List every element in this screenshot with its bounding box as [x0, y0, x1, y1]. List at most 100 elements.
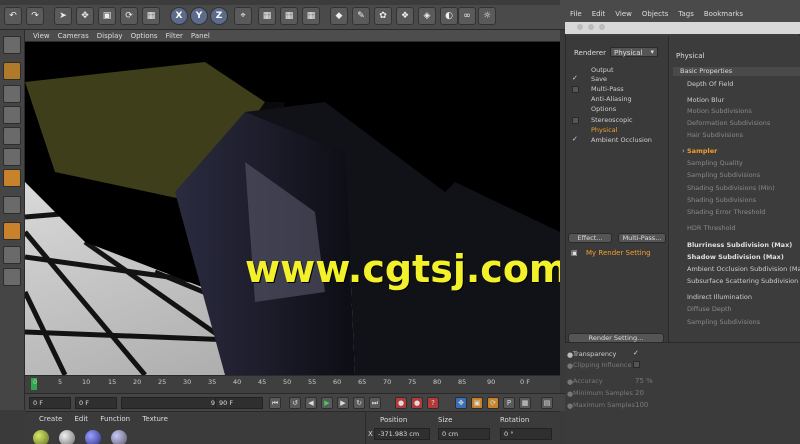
play-icon[interactable]: ▶	[321, 397, 333, 409]
snap-icon[interactable]	[3, 246, 21, 264]
workplane-lock-icon[interactable]	[3, 268, 21, 286]
viewport-menu-panel[interactable]: Panel	[191, 32, 210, 40]
texture-mode-icon[interactable]	[3, 85, 21, 103]
make-editable-icon[interactable]	[3, 36, 21, 54]
render-view-icon[interactable]: ▦	[258, 7, 276, 25]
prop-sss-subdivision[interactable]: Subsurface Scattering Subdivision (M	[687, 277, 800, 285]
material-menu-texture[interactable]: Texture	[142, 415, 168, 423]
x-size-field[interactable]: 0 cm	[438, 428, 490, 440]
renderer-dropdown[interactable]: Physical ▾	[610, 47, 658, 57]
rs-item-multipass[interactable]: Multi-Pass	[591, 85, 624, 93]
start-frame-field[interactable]: 0 F	[29, 397, 71, 409]
generator-icon[interactable]: ✿	[374, 7, 392, 25]
viewport-menu-cameras[interactable]: Cameras	[58, 32, 89, 40]
material-menu-edit[interactable]: Edit	[75, 415, 89, 423]
end-frame-field[interactable]: 90 F	[215, 397, 263, 409]
edit-render-settings-icon[interactable]: ▦	[302, 7, 320, 25]
prop-motion-blur[interactable]: Motion Blur	[687, 96, 724, 104]
rotation-key-icon[interactable]: ⟳	[487, 397, 499, 409]
polygons-mode-icon[interactable]	[3, 169, 21, 187]
redo-icon[interactable]: ↷	[26, 7, 44, 25]
close-icon[interactable]	[577, 24, 583, 30]
viewport-menu-view[interactable]: View	[33, 32, 50, 40]
y-axis-icon[interactable]: Y	[190, 7, 208, 25]
camera-icon[interactable]: ∞	[458, 7, 476, 25]
model-mode-icon[interactable]	[3, 62, 21, 80]
section-basic-properties[interactable]: Basic Properties	[673, 67, 800, 76]
z-axis-icon[interactable]: Z	[210, 7, 228, 25]
clipping-influence-checkbox[interactable]	[633, 361, 640, 368]
move-tool-icon[interactable]: ✥	[76, 7, 94, 25]
workplane-icon[interactable]	[3, 106, 21, 124]
point-level-icon[interactable]: ▦	[519, 397, 531, 409]
undo-icon[interactable]: ↶	[4, 7, 22, 25]
max-samples-value[interactable]: 100	[635, 401, 648, 409]
prop-sampler[interactable]: Sampler	[687, 147, 717, 155]
material-menu-function[interactable]: Function	[100, 415, 130, 423]
om-menu-objects[interactable]: Objects	[642, 10, 668, 18]
x-position-field[interactable]: -371.983 cm	[374, 428, 430, 440]
rs-item-physical[interactable]: Physical	[591, 126, 617, 134]
edges-mode-icon[interactable]	[3, 148, 21, 166]
zoom-icon[interactable]	[599, 24, 606, 30]
rs-item-options[interactable]: Options	[591, 105, 616, 113]
accuracy-value[interactable]: 75 %	[635, 377, 653, 385]
om-menu-file[interactable]: File	[570, 10, 582, 18]
x-axis-icon[interactable]: X	[170, 7, 188, 25]
cube-icon[interactable]: ◆	[330, 7, 348, 25]
array-icon[interactable]: ❖	[396, 7, 414, 25]
effect-button[interactable]: Effect...	[568, 233, 612, 243]
sampler-expand-icon[interactable]: ›	[682, 147, 685, 155]
timeline[interactable]: 0 5 10 15 20 25 30 35 40 45 50 55 60 65 …	[25, 375, 560, 393]
om-menu-bookmarks[interactable]: Bookmarks	[704, 10, 743, 18]
rs-item-anti-aliasing[interactable]: Anti-Aliasing	[591, 95, 632, 103]
go-to-end-icon[interactable]: ⏭	[369, 397, 381, 409]
stereoscopic-checkbox[interactable]	[572, 117, 579, 124]
min-frame-field[interactable]: 0 F	[75, 397, 117, 409]
coordinate-system-icon[interactable]: ⌖	[234, 7, 252, 25]
render-picture-viewer-icon[interactable]: ▦	[280, 7, 298, 25]
timeline-window-icon[interactable]: ▤	[541, 397, 553, 409]
material-swatch[interactable]	[33, 430, 49, 444]
previous-key-icon[interactable]: ↺	[289, 397, 301, 409]
transparency-check-icon[interactable]: ✓	[633, 349, 639, 357]
deformer-icon[interactable]: ◈	[418, 7, 436, 25]
scale-key-icon[interactable]: ▣	[471, 397, 483, 409]
viewport-menu-options[interactable]: Options	[131, 32, 158, 40]
viewport-menu-filter[interactable]: Filter	[166, 32, 183, 40]
rs-item-stereoscopic[interactable]: Stereoscopic	[591, 116, 633, 124]
prop-shadow-subdivision[interactable]: Shadow Subdivision (Max)	[687, 253, 784, 261]
light-icon[interactable]: ☼	[478, 7, 496, 25]
viewport-menu-display[interactable]: Display	[97, 32, 123, 40]
material-swatch[interactable]	[111, 430, 127, 444]
multipass-button[interactable]: Multi-Pass...	[618, 233, 666, 243]
material-swatch[interactable]	[85, 430, 101, 444]
record-icon[interactable]: ●	[395, 397, 407, 409]
material-swatch[interactable]	[59, 430, 75, 444]
magnet-icon[interactable]	[3, 222, 21, 240]
minimize-icon[interactable]	[588, 24, 595, 30]
om-menu-tags[interactable]: Tags	[678, 10, 694, 18]
prop-ao-subdivision[interactable]: Ambient Occlusion Subdivision (Ma	[687, 265, 800, 273]
axis-mode-icon[interactable]	[3, 196, 21, 214]
rs-item-output[interactable]: Output	[591, 66, 614, 74]
select-tool-icon[interactable]: ➤	[54, 7, 72, 25]
save-check-icon[interactable]: ✓	[572, 74, 579, 82]
max-frame-field[interactable]: 90 F	[121, 397, 229, 409]
keyframe-selection-icon[interactable]: ?	[427, 397, 439, 409]
material-menu-create[interactable]: Create	[39, 415, 62, 423]
rotate-tool-icon[interactable]: ⟳	[120, 7, 138, 25]
min-samples-value[interactable]: 20	[635, 389, 644, 397]
parameter-key-icon[interactable]: P	[503, 397, 515, 409]
previous-frame-icon[interactable]: ◀	[305, 397, 317, 409]
next-key-icon[interactable]: ↻	[353, 397, 365, 409]
prop-depth-of-field[interactable]: Depth Of Field	[687, 80, 733, 88]
prop-blurriness-subdivision[interactable]: Blurriness Subdivision (Max)	[687, 241, 792, 249]
ambient-occlusion-check-icon[interactable]: ✓	[572, 135, 579, 143]
viewport[interactable]: www.cgtsj.com	[25, 42, 560, 375]
position-key-icon[interactable]: ✥	[455, 397, 467, 409]
pen-spline-icon[interactable]: ✎	[352, 7, 370, 25]
om-menu-view[interactable]: View	[615, 10, 632, 18]
rs-item-save[interactable]: Save	[591, 75, 607, 83]
rs-item-ambient-occlusion[interactable]: Ambient Occlusion	[591, 136, 652, 144]
